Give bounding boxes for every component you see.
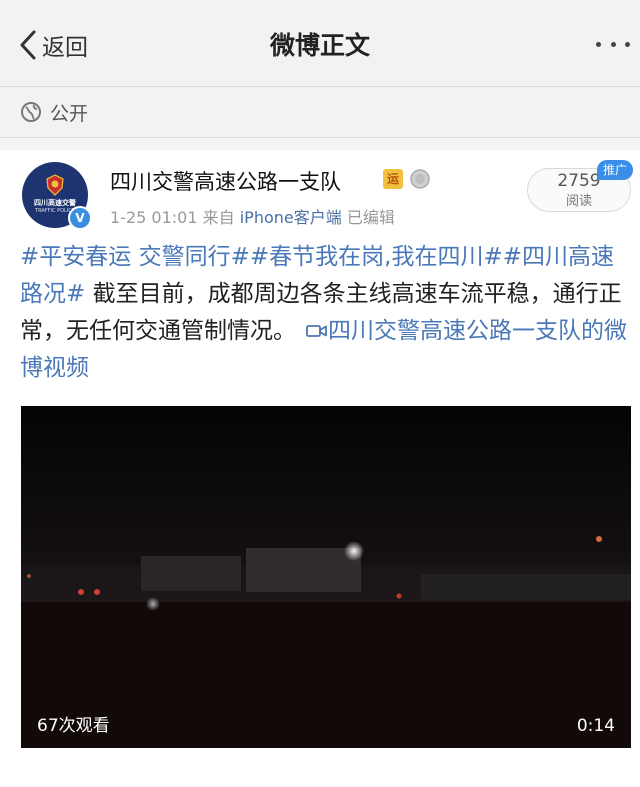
video-thumbnail (21, 406, 631, 748)
dot-icon (625, 41, 630, 47)
post-meta: 1-25 01:01 来自 iPhone客户端 已编辑 (110, 204, 395, 228)
globe-icon (21, 102, 41, 122)
edited-label: 已编辑 (346, 208, 395, 227)
more-options-icon[interactable] (596, 34, 630, 54)
video-duration: 0:14 (576, 716, 615, 736)
medal-icon (410, 169, 430, 189)
video-camera-icon (306, 325, 327, 337)
source-link[interactable]: iPhone客户端 (240, 208, 342, 227)
visibility-label: 公开 (50, 102, 89, 125)
post-card: 四川高速交警 TRAFFIC POLICE V 四川交警高速公路一支队 运 1-… (0, 150, 640, 787)
hashtag-link[interactable]: #平安春运 交警同行# (20, 244, 250, 270)
view-count: 67次观看 (37, 716, 110, 736)
hashtag-link[interactable]: #春节我在岗,我在四川# (250, 244, 503, 270)
page-title: 微博正文 (269, 31, 370, 60)
membership-badge-icon: 运 (383, 169, 403, 189)
visibility-bar: 公开 (0, 87, 640, 138)
video-player[interactable]: 67次观看 0:14 (21, 406, 631, 748)
post-body: #平安春运 交警同行##春节我在岗,我在四川##四川高速路况# 截至目前，成都周… (20, 239, 632, 387)
dot-icon (596, 41, 601, 47)
read-label: 阅读 (565, 194, 592, 209)
police-badge-icon (46, 174, 64, 196)
promote-badge[interactable]: 推广 (597, 160, 633, 180)
dot-icon (610, 41, 616, 47)
timestamp: 1-25 01:01 (110, 208, 198, 227)
top-navigation-bar: 返回 微博正文 (0, 0, 640, 87)
source-prefix: 来自 (202, 208, 235, 227)
author-name[interactable]: 四川交警高速公路一支队 (110, 166, 341, 196)
verified-badge-icon: V (68, 206, 92, 230)
